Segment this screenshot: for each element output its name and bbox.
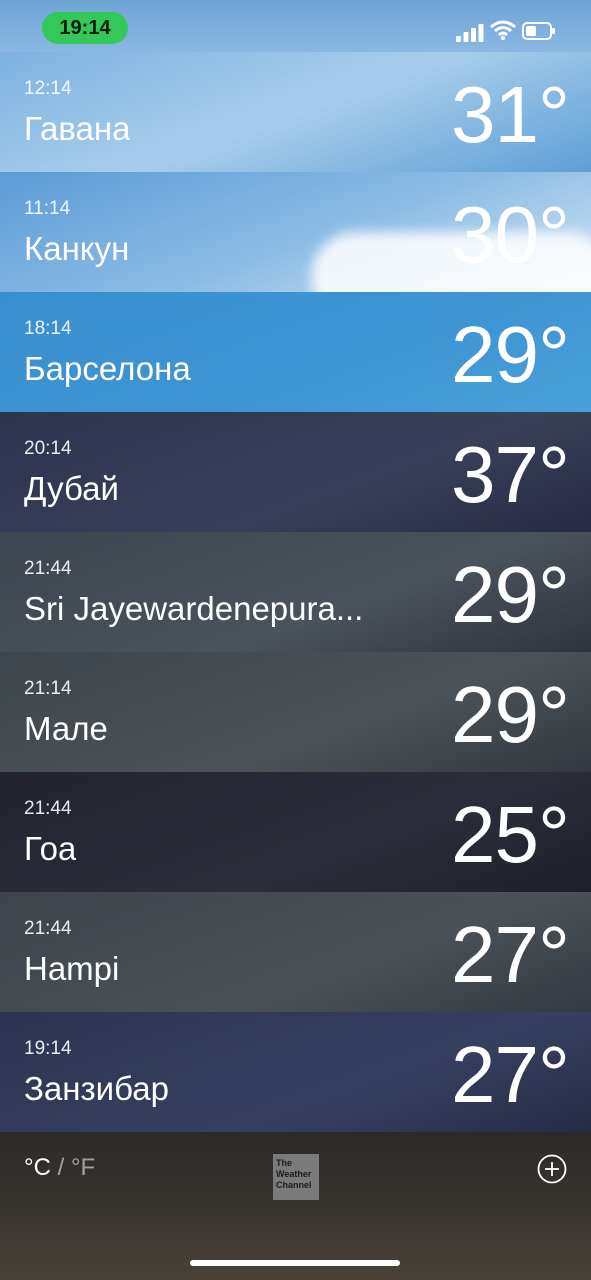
city-temperature: 27° [451, 1030, 570, 1119]
city-name: Hampi [24, 950, 120, 987]
city-name: Sri Jayewardenepura... [24, 590, 364, 627]
unit-separator: / [57, 1154, 65, 1181]
city-name: Гавана [24, 110, 131, 147]
status-time[interactable]: 19:14 [42, 12, 128, 44]
weather-channel-logo[interactable]: The Weather Channel [273, 1154, 319, 1200]
city-temperature: 30° [451, 190, 570, 279]
city-time: 21:44 [24, 918, 72, 939]
city-temperature: 37° [451, 430, 570, 519]
city-time: 21:44 [24, 798, 72, 819]
plus-circle-icon[interactable] [537, 1154, 567, 1184]
city-temperature: 29° [451, 550, 570, 639]
city-time: 11:14 [24, 198, 71, 219]
city-name: Канкун [24, 230, 130, 267]
city-row[interactable]: 18:14 Барселона 29° [0, 292, 591, 412]
signal-icon [456, 24, 484, 42]
status-bar: 19:14 [0, 0, 591, 52]
city-name: Барселона [24, 350, 191, 387]
city-row[interactable]: 21:44 Sri Jayewardenepura... 29° [0, 532, 591, 652]
city-row[interactable]: 12:14 Гавана 31° [0, 52, 591, 172]
city-time: 21:44 [24, 558, 72, 579]
unit-toggle[interactable]: °C / °F [24, 1154, 95, 1182]
city-name: Гоа [24, 830, 77, 867]
city-row[interactable]: 21:44 Hampi 27° [0, 892, 591, 1012]
home-indicator [190, 1260, 400, 1266]
footer-toolbar: °C / °F The Weather Channel [0, 1132, 591, 1280]
city-row[interactable]: 21:44 Гоа 25° [0, 772, 591, 892]
battery-icon [522, 22, 555, 40]
city-name: Мале [24, 710, 108, 747]
city-temperature: 29° [451, 670, 570, 759]
fahrenheit-label[interactable]: °F [71, 1154, 95, 1181]
city-time: 19:14 [24, 1038, 72, 1059]
city-name: Дубай [24, 470, 119, 507]
city-row[interactable]: 20:14 Дубай 37° [0, 412, 591, 532]
city-row[interactable]: 21:14 Мале 29° [0, 652, 591, 772]
celsius-label[interactable]: °C [24, 1154, 51, 1181]
city-temperature: 31° [451, 70, 570, 159]
city-row[interactable]: 11:14 Канкун 30° [0, 172, 591, 292]
city-temperature: 25° [451, 790, 570, 879]
city-list: 12:14 Гавана 31° 11:14 Канкун 30° 18:14 … [0, 52, 591, 1132]
city-time: 12:14 [24, 78, 72, 99]
city-time: 18:14 [24, 318, 72, 339]
city-name: Занзибар [24, 1070, 169, 1107]
city-temperature: 27° [451, 910, 570, 999]
city-time: 20:14 [24, 438, 72, 459]
city-temperature: 29° [451, 310, 570, 399]
wifi-icon [490, 20, 516, 40]
city-row[interactable]: 19:14 Занзибар 27° [0, 1012, 591, 1132]
city-time: 21:14 [24, 678, 72, 699]
